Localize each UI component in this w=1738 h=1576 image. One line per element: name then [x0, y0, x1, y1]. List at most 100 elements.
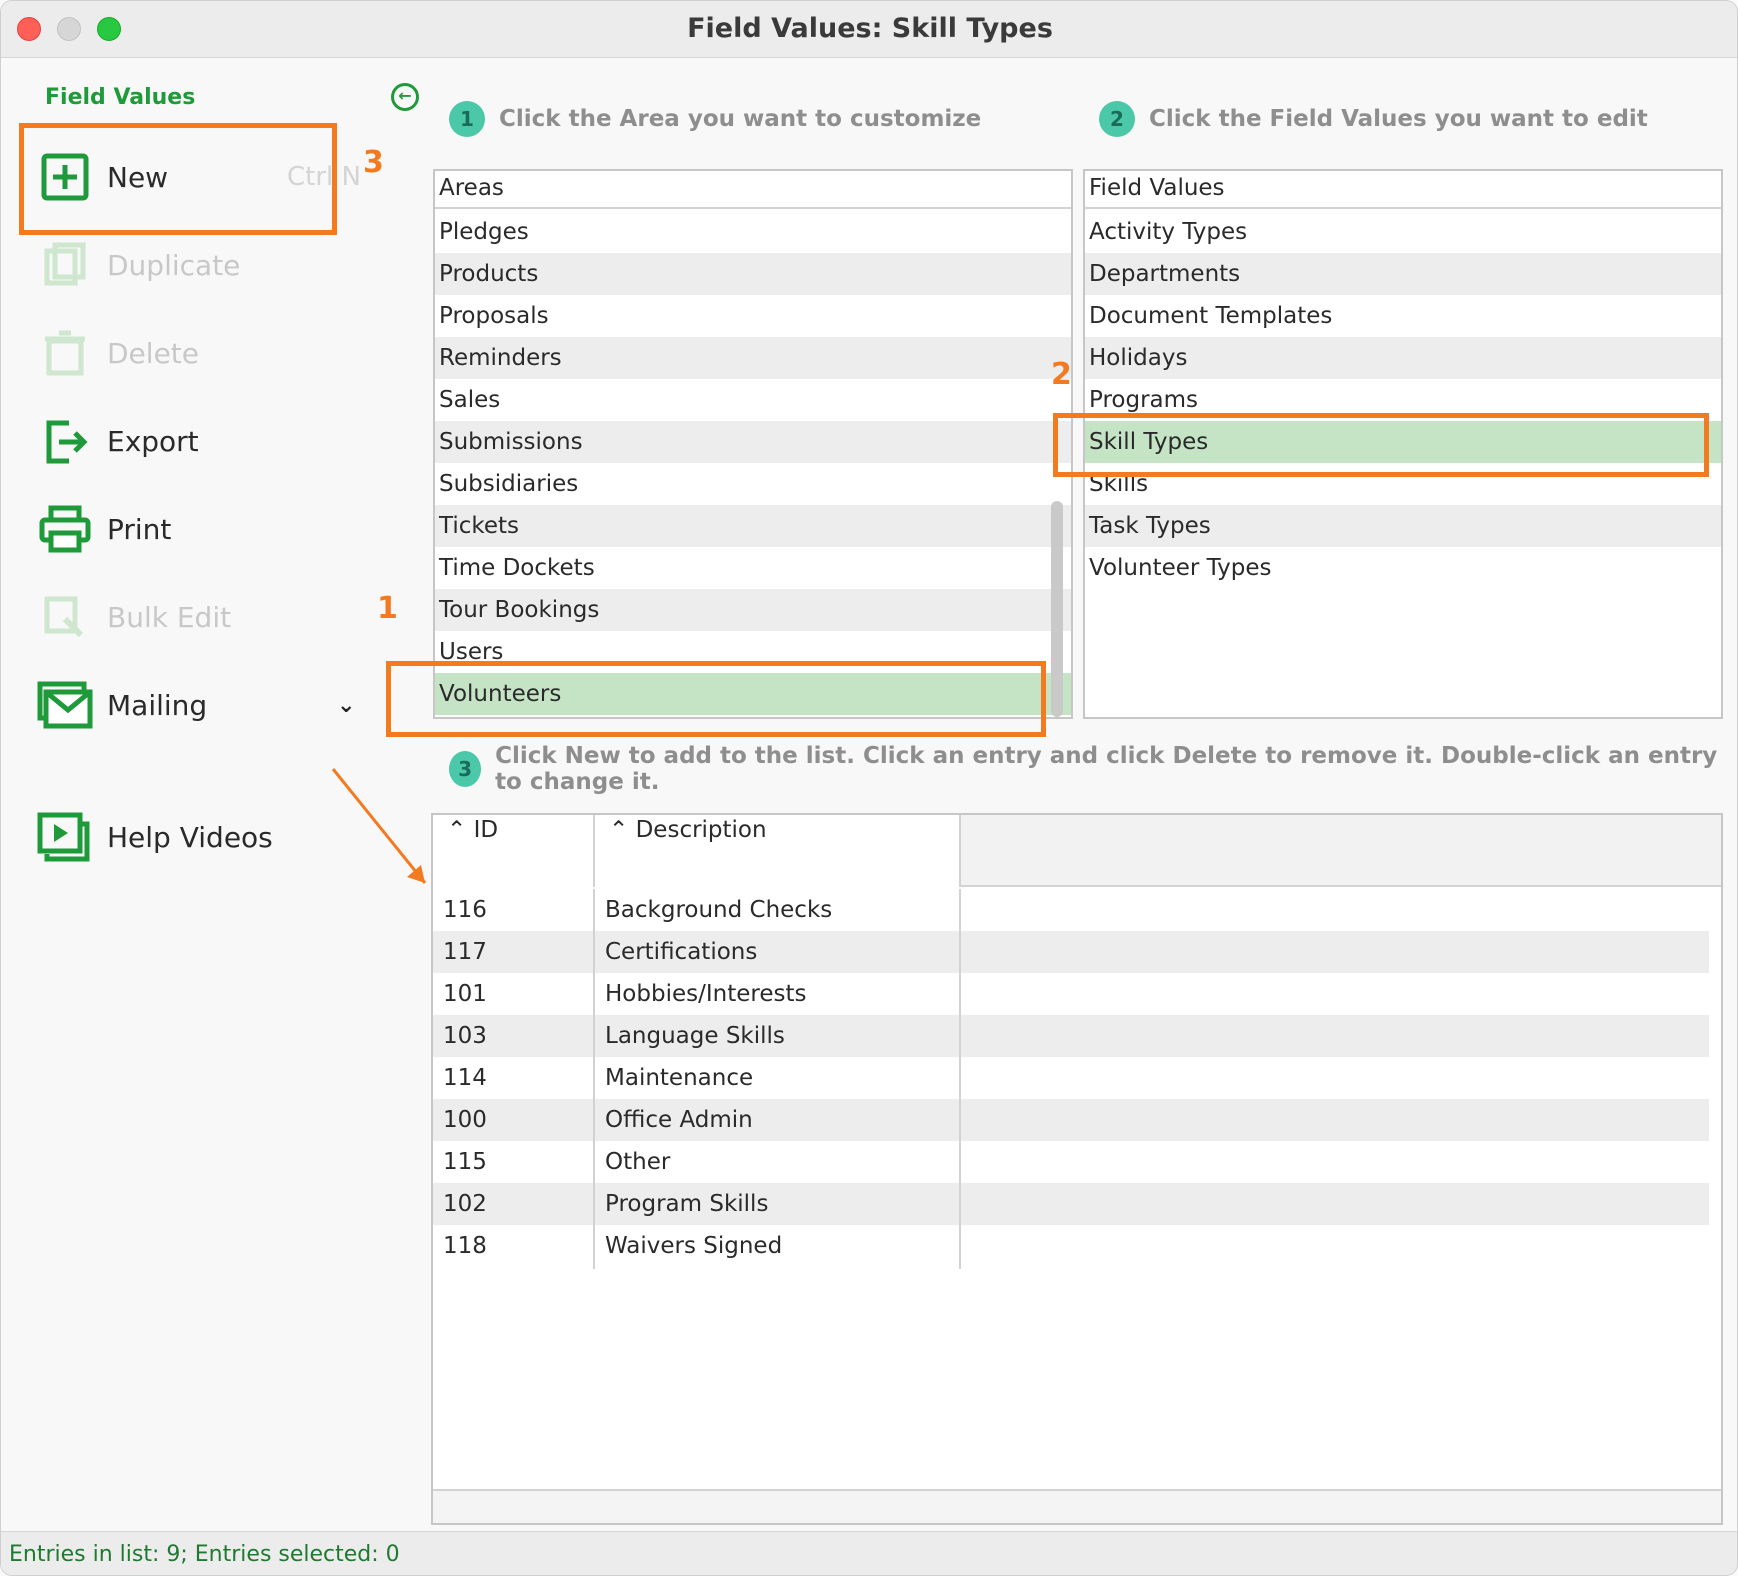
step-3-instruction: 3 Click New to add to the list. Click an…	[449, 743, 1737, 795]
step-2-badge: 2	[1099, 101, 1135, 137]
cell-description: Hobbies/Interests	[605, 981, 807, 1007]
delete-label: Delete	[107, 336, 199, 370]
cell-id: 101	[443, 981, 487, 1007]
mailing-label: Mailing	[107, 688, 208, 722]
sidebar-item-duplicate[interactable]: Duplicate	[37, 233, 367, 297]
field-value-row[interactable]: Task Types	[1085, 505, 1721, 547]
window-title: Field Values: Skill Types	[687, 13, 1053, 44]
areas-list[interactable]: Areas Pledges Products Proposals Reminders S…	[433, 169, 1073, 719]
table-row[interactable]: 101 Hobbies/Interests	[433, 973, 1709, 1015]
step-1-badge: 1	[449, 101, 485, 137]
title-bar: Field Values: Skill Types	[1, 1, 1737, 58]
table-row[interactable]: 118 Waivers Signed	[433, 1225, 1709, 1267]
cell-description: Certifications	[605, 939, 758, 965]
grid-body: 116 Background Checks 117 Certifications 101…	[433, 889, 1709, 1267]
values-grid[interactable]: ⌃ ID ⌃ Description 116 Background Checks 1…	[431, 813, 1723, 1525]
printer-icon	[37, 501, 93, 557]
bulk-edit-label: Bulk Edit	[107, 600, 232, 634]
field-value-row[interactable]: Volunteer Types	[1085, 547, 1721, 589]
bulk-edit-icon	[37, 589, 93, 645]
sidebar-item-print[interactable]: Print	[37, 497, 367, 561]
step-2-text: Click the Field Values you want to edit	[1149, 106, 1648, 132]
sidebar-item-help-videos[interactable]: Help Videos	[37, 805, 367, 869]
column-header-description[interactable]: ⌃ Description	[595, 815, 961, 887]
cell-description: Program Skills	[605, 1191, 769, 1217]
sidebar-item-bulk-edit[interactable]: Bulk Edit	[37, 585, 367, 649]
grid-footer	[433, 1489, 1721, 1523]
envelope-icon	[37, 677, 93, 733]
area-row[interactable]: Pledges	[435, 211, 1071, 253]
step-1-text: Click the Area you want to customize	[499, 106, 982, 132]
column-divider	[593, 889, 595, 1269]
duplicate-label: Duplicate	[107, 248, 241, 282]
column-description-label: Description	[635, 817, 767, 843]
field-value-row[interactable]: Departments	[1085, 253, 1721, 295]
area-row[interactable]: Submissions	[435, 421, 1071, 463]
sidebar-item-mailing[interactable]: Mailing ⌄	[37, 673, 367, 737]
area-row[interactable]: Tour Bookings	[435, 589, 1071, 631]
annotation-box-skill-types	[1053, 413, 1709, 477]
field-value-row[interactable]: Activity Types	[1085, 211, 1721, 253]
chevron-down-icon[interactable]: ⌄	[337, 693, 355, 718]
step-2-instruction: 2 Click the Field Values you want to edi…	[1099, 101, 1648, 137]
area-row[interactable]: Proposals	[435, 295, 1071, 337]
cell-id: 118	[443, 1233, 487, 1259]
cell-description: Other	[605, 1149, 671, 1175]
cell-id: 103	[443, 1023, 487, 1049]
trash-icon	[37, 325, 93, 381]
areas-scrollbar[interactable]	[1051, 501, 1063, 717]
sidebar-item-export[interactable]: Export	[37, 409, 367, 473]
cell-id: 116	[443, 897, 487, 923]
annotation-box-new	[19, 123, 337, 235]
field-values-header: Field Values	[1085, 171, 1721, 209]
export-icon	[37, 413, 93, 469]
step-3-text: Click New to add to the list. Click an e…	[495, 743, 1718, 795]
area-row[interactable]: Sales	[435, 379, 1071, 421]
column-header-id[interactable]: ⌃ ID	[433, 815, 595, 887]
app-window: Field Values: Skill Types Field Values ←…	[0, 0, 1738, 1576]
video-icon	[37, 809, 93, 865]
area-row[interactable]: Time Dockets	[435, 547, 1071, 589]
annotation-number-3: 3	[363, 145, 384, 180]
cell-description: Maintenance	[605, 1065, 754, 1091]
table-row[interactable]: 100 Office Admin	[433, 1099, 1709, 1141]
annotation-number-1: 1	[377, 591, 398, 626]
cell-description: Office Admin	[605, 1107, 753, 1133]
table-row[interactable]: 116 Background Checks	[433, 889, 1709, 931]
table-row[interactable]: 117 Certifications	[433, 931, 1709, 973]
sidebar-item-delete[interactable]: Delete	[37, 321, 367, 385]
field-value-row[interactable]: Holidays	[1085, 337, 1721, 379]
area-row[interactable]: Reminders	[435, 337, 1071, 379]
cell-id: 102	[443, 1191, 487, 1217]
area-row[interactable]: Subsidiaries	[435, 463, 1071, 505]
annotation-arrow-icon	[331, 768, 427, 884]
sidebar-heading: Field Values	[45, 85, 196, 110]
column-divider	[959, 889, 961, 1269]
field-values-items: Activity Types Departments Document Templa…	[1085, 211, 1721, 589]
grid-header: ⌃ ID ⌃ Description	[433, 815, 1721, 887]
cell-id: 115	[443, 1149, 487, 1175]
field-value-row[interactable]: Document Templates	[1085, 295, 1721, 337]
step-1-instruction: 1 Click the Area you want to customize	[449, 101, 981, 137]
area-row[interactable]: Tickets	[435, 505, 1071, 547]
status-bar: Entries in list: 9; Entries selected: 0	[1, 1531, 1737, 1575]
export-label: Export	[107, 424, 199, 458]
table-row[interactable]: 114 Maintenance	[433, 1057, 1709, 1099]
table-row[interactable]: 103 Language Skills	[433, 1015, 1709, 1057]
areas-header: Areas	[435, 171, 1071, 209]
collapse-sidebar-icon[interactable]: ←	[391, 83, 419, 111]
cell-id: 114	[443, 1065, 487, 1091]
annotation-number-2: 2	[1051, 357, 1072, 392]
cell-id: 117	[443, 939, 487, 965]
help-videos-label: Help Videos	[107, 820, 273, 854]
table-row[interactable]: 102 Program Skills	[433, 1183, 1709, 1225]
duplicate-icon	[37, 237, 93, 293]
areas-items: Pledges Products Proposals Reminders Sales Su…	[435, 211, 1071, 715]
cell-description: Language Skills	[605, 1023, 785, 1049]
area-row[interactable]: Products	[435, 253, 1071, 295]
cell-description: Waivers Signed	[605, 1233, 783, 1259]
table-row[interactable]: 115 Other	[433, 1141, 1709, 1183]
print-label: Print	[107, 512, 172, 546]
step-3-badge: 3	[449, 751, 482, 787]
annotation-box-volunteers	[386, 661, 1046, 737]
